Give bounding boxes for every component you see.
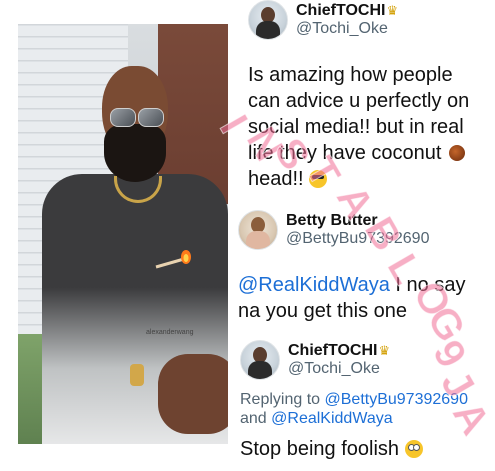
handle[interactable]: @Tochi_Oke <box>288 360 390 378</box>
tweet-thread: ChiefTOCHI♛ @Tochi_Oke Is amazing how pe… <box>238 0 495 471</box>
avatar[interactable] <box>238 210 278 250</box>
tweet-line: social media!! but in real <box>248 116 464 138</box>
tweet1-header: ChiefTOCHI♛ @Tochi_Oke <box>248 0 398 40</box>
avatar[interactable] <box>248 0 288 40</box>
sunglasses-icon <box>110 108 164 127</box>
tweet-line: head!! <box>248 168 304 190</box>
crown-icon: ♛ <box>386 2 399 18</box>
replying-prefix: Replying to <box>240 391 325 408</box>
tweet-text-rest: I no say <box>389 274 466 296</box>
mention-link[interactable]: @RealKiddWaya <box>238 274 390 296</box>
tweet-line: na you get this one <box>238 300 408 322</box>
handle[interactable]: @Tochi_Oke <box>296 20 398 38</box>
tweet-line: can advice u perfectly on <box>248 90 470 112</box>
handle[interactable]: @BettyBu97392690 <box>286 230 429 248</box>
man-photo: alexanderwang <box>18 24 228 444</box>
burning-match-icon <box>155 250 191 269</box>
shirt-brand-text: alexanderwang <box>146 329 194 336</box>
tweet-line: life they have coconut <box>248 142 442 164</box>
sunglasses-emoji-icon <box>309 170 328 188</box>
eye-roll-emoji-icon <box>404 440 423 458</box>
gold-watch <box>130 364 144 386</box>
photo-arm <box>158 354 228 434</box>
tweet-line: Stop being foolish <box>240 438 400 460</box>
replying-to: Replying to @BettyBu97392690 and @RealKi… <box>240 390 495 428</box>
coconut-icon <box>449 145 466 161</box>
display-name[interactable]: ChiefTOCHI <box>296 2 385 19</box>
tweet-line: Is amazing how people <box>248 64 453 86</box>
mention-link[interactable]: @RealKiddWaya <box>271 410 392 427</box>
tweet1-text: Is amazing how people can advice u perfe… <box>248 62 493 192</box>
tweet2-text: @RealKiddWaya I no say na you get this o… <box>238 272 493 324</box>
tweet3-text: Stop being foolish <box>240 436 495 462</box>
photo-beard <box>104 124 166 182</box>
crown-icon: ♛ <box>378 342 391 358</box>
photo-panel: alexanderwang <box>0 0 240 471</box>
mention-link[interactable]: @BettyBu97392690 <box>325 391 468 408</box>
avatar[interactable] <box>240 340 280 380</box>
display-name[interactable]: ChiefTOCHI <box>288 342 377 359</box>
tweet2-header: Betty Butter @BettyBu97392690 <box>238 210 429 250</box>
replying-and: and <box>240 410 272 427</box>
tweet3-header: ChiefTOCHI♛ @Tochi_Oke <box>240 340 390 380</box>
display-name[interactable]: Betty Butter <box>286 212 429 230</box>
